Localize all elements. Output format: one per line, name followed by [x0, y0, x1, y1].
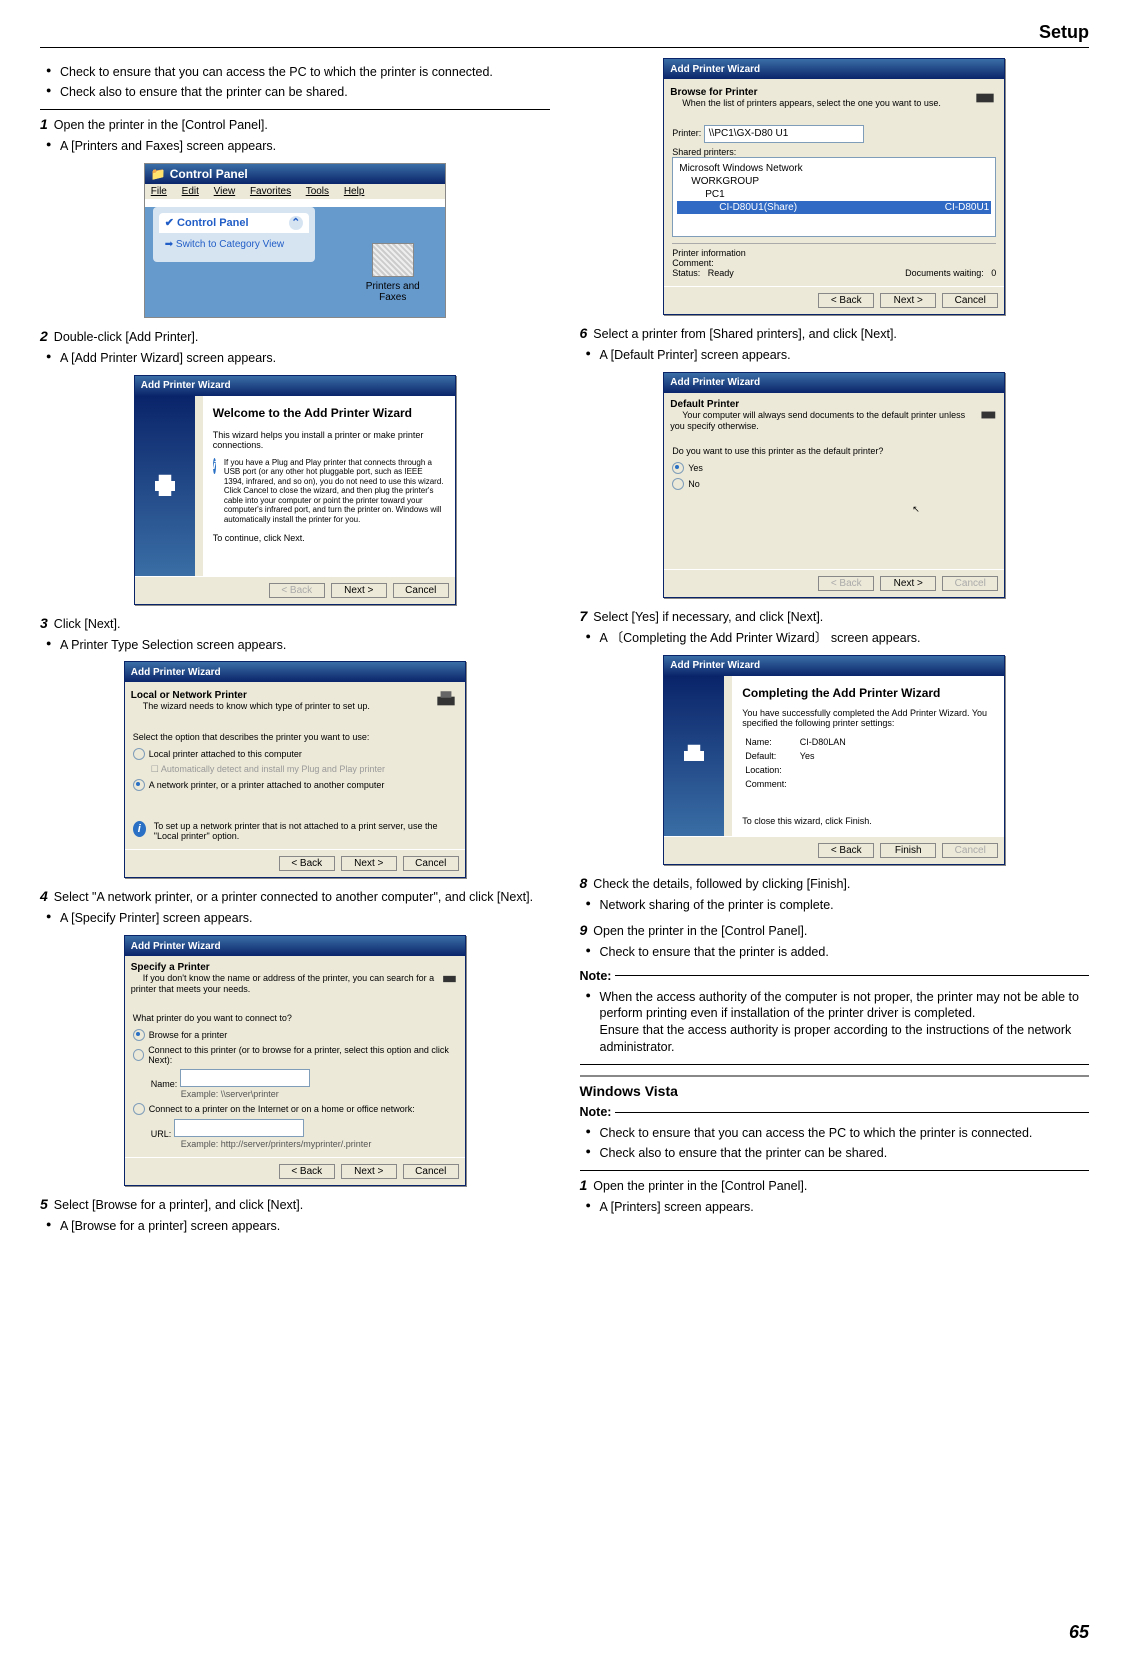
printer-icon — [433, 688, 459, 714]
step-3-result: A Printer Type Selection screen appears. — [46, 637, 550, 654]
finish-button[interactable]: Finish — [880, 843, 936, 858]
cancel-button[interactable]: Cancel — [942, 293, 998, 308]
next-button[interactable]: Next > — [880, 293, 936, 308]
step-1: 1Open the printer in the [Control Panel]… — [40, 116, 550, 132]
radio-browse[interactable]: Browse for a printer — [133, 1029, 457, 1041]
wizard-printer-type: Add Printer Wizard Local or Network Prin… — [124, 661, 466, 878]
page-number: 65 — [1069, 1622, 1089, 1643]
name-input[interactable] — [180, 1069, 310, 1087]
menu-file: File — [151, 186, 167, 197]
step-9-result: Check to ensure that the printer is adde… — [586, 944, 1090, 961]
vista-bullet: Check also to ensure that the printer ca… — [586, 1145, 1090, 1162]
wizard-completing: Add Printer Wizard Completing the Add Pr… — [663, 655, 1005, 865]
back-button[interactable]: < Back — [279, 856, 335, 871]
step-6-result: A [Default Printer] screen appears. — [586, 347, 1090, 364]
menu-favorites: Favorites — [250, 186, 291, 197]
info-icon: i — [133, 821, 146, 837]
shared-printers-tree[interactable]: Microsoft Windows Network WORKGROUP PC1 … — [672, 157, 996, 237]
wizard-welcome: Add Printer Wizard Welcome to the Add Pr… — [134, 375, 456, 605]
step-8: 8Check the details, followed by clicking… — [580, 875, 1090, 891]
printer-icon — [150, 471, 180, 501]
step-1-result: A [Printers and Faxes] screen appears. — [46, 138, 550, 155]
printer-path-input[interactable]: \\PC1\GX-D80 U1 — [704, 125, 864, 143]
back-button[interactable]: < Back — [818, 576, 874, 591]
control-panel-screenshot: 📁Control Panel File Edit View Favorites … — [144, 163, 446, 318]
printer-icon — [679, 741, 709, 771]
step-4: 4Select "A network printer, or a printer… — [40, 888, 550, 904]
radio-yes[interactable]: Yes — [672, 462, 996, 474]
left-column: Check to ensure that you can access the … — [40, 58, 550, 1243]
step-5-result: A [Browse for a printer] screen appears. — [46, 1218, 550, 1235]
printer-icon — [972, 85, 998, 111]
intro-bullet: Check to ensure that you can access the … — [46, 64, 550, 81]
next-button[interactable]: Next > — [880, 576, 936, 591]
back-button[interactable]: < Back — [818, 843, 874, 858]
vista-heading: Windows Vista — [580, 1083, 1090, 1099]
vista-bullet: Check to ensure that you can access the … — [586, 1125, 1090, 1142]
next-button[interactable]: Next > — [331, 583, 387, 598]
printers-faxes-icon: Printers and Faxes — [353, 243, 433, 303]
vista-step-1-result: A [Printers] screen appears. — [586, 1199, 1090, 1216]
cancel-button[interactable]: Cancel — [393, 583, 449, 598]
wizard-specify-printer: Add Printer Wizard Specify a PrinterIf y… — [124, 935, 466, 1186]
note-item: When the access authority of the compute… — [586, 989, 1090, 1057]
step-5: 5Select [Browse for a printer], and clic… — [40, 1196, 550, 1212]
menu-help: Help — [344, 186, 365, 197]
note-heading: Note: — [580, 969, 1090, 983]
step-9: 9Open the printer in the [Control Panel]… — [580, 922, 1090, 938]
next-button[interactable]: Next > — [341, 1164, 397, 1179]
step-2-result: A [Add Printer Wizard] screen appears. — [46, 350, 550, 367]
menu-view: View — [214, 186, 236, 197]
url-input[interactable] — [174, 1119, 304, 1137]
step-7: 7Select [Yes] if necessary, and click [N… — [580, 608, 1090, 624]
cancel-button[interactable]: Cancel — [403, 856, 459, 871]
rule — [580, 1170, 1090, 1171]
cancel-button[interactable]: Cancel — [942, 843, 998, 858]
step-7-result: A 〔Completing the Add Printer Wizard〕 sc… — [586, 630, 1090, 647]
collapse-icon: ⌃ — [289, 216, 303, 230]
rule — [40, 109, 550, 110]
back-button[interactable]: < Back — [269, 583, 325, 598]
step-4-result: A [Specify Printer] screen appears. — [46, 910, 550, 927]
rule — [580, 1064, 1090, 1065]
header-rule — [40, 47, 1089, 48]
back-button[interactable]: < Back — [279, 1164, 335, 1179]
radio-connect-name[interactable]: Connect to this printer (or to browse fo… — [133, 1045, 457, 1065]
page-header: Setup — [40, 22, 1089, 43]
cursor-icon: ↖ — [912, 504, 920, 514]
vista-step-1: 1Open the printer in the [Control Panel]… — [580, 1177, 1090, 1193]
menu-tools: Tools — [306, 186, 329, 197]
step-6: 6Select a printer from [Shared printers]… — [580, 325, 1090, 341]
printer-icon — [440, 966, 459, 992]
back-button[interactable]: < Back — [818, 293, 874, 308]
cancel-button[interactable]: Cancel — [942, 576, 998, 591]
wizard-default-printer: Add Printer Wizard Default PrinterYour c… — [663, 372, 1005, 598]
info-icon: i — [213, 458, 216, 474]
wizard-browse-printer: Add Printer Wizard Browse for PrinterWhe… — [663, 58, 1005, 315]
radio-connect-url[interactable]: Connect to a printer on the Internet or … — [133, 1103, 457, 1115]
right-column: Add Printer Wizard Browse for PrinterWhe… — [580, 58, 1090, 1243]
radio-no[interactable]: No — [672, 478, 996, 490]
printer-icon — [978, 402, 999, 428]
step-8-result: Network sharing of the printer is comple… — [586, 897, 1090, 914]
intro-bullet: Check also to ensure that the printer ca… — [46, 84, 550, 101]
step-2: 2Double-click [Add Printer]. — [40, 328, 550, 344]
step-3: 3Click [Next]. — [40, 615, 550, 631]
section-separator — [580, 1075, 1090, 1077]
note-heading: Note: — [580, 1105, 1090, 1119]
next-button[interactable]: Next > — [341, 856, 397, 871]
cancel-button[interactable]: Cancel — [403, 1164, 459, 1179]
menu-edit: Edit — [182, 186, 199, 197]
radio-local[interactable]: Local printer attached to this computer — [133, 748, 457, 760]
radio-network[interactable]: A network printer, or a printer attached… — [133, 779, 457, 791]
